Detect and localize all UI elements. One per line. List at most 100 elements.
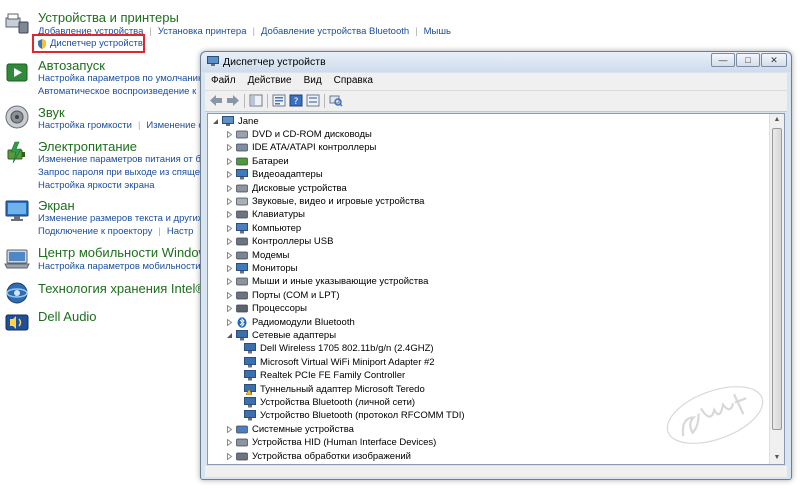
tree-item-label: Realtek PCIe FE Family Controller bbox=[260, 370, 406, 382]
menu-help[interactable]: Справка bbox=[328, 73, 379, 86]
sound-links: Настройка громкости | Изменение с bbox=[38, 120, 204, 131]
battery-icon bbox=[236, 157, 248, 166]
title-bar[interactable]: Диспетчер устройств — □ ✕ bbox=[201, 52, 791, 72]
expand-arrow-icon[interactable] bbox=[226, 144, 233, 152]
warning-network-adapter-icon bbox=[244, 383, 256, 395]
details-icon[interactable] bbox=[306, 94, 320, 107]
power-icon bbox=[7, 141, 25, 164]
mobility-title[interactable]: Центр мобильности Windows bbox=[38, 245, 215, 260]
expand-arrow-icon[interactable] bbox=[226, 265, 233, 272]
tree-item-label: Модемы bbox=[252, 249, 290, 261]
tree-item-label: Радиомодули Bluetooth bbox=[252, 316, 355, 328]
expand-arrow-icon[interactable] bbox=[226, 157, 233, 165]
devices-printers-title[interactable]: Устройства и принтеры bbox=[38, 10, 179, 25]
expand-arrow-icon[interactable] bbox=[226, 439, 233, 447]
usb-controller-icon bbox=[236, 237, 248, 246]
menu-bar: Файл Действие Вид Справка bbox=[205, 73, 787, 91]
help-icon[interactable]: ? bbox=[289, 94, 303, 107]
dell-audio-title[interactable]: Dell Audio bbox=[38, 309, 97, 324]
sound-title[interactable]: Звук bbox=[38, 105, 65, 120]
power-title[interactable]: Электропитание bbox=[38, 139, 137, 154]
menu-file[interactable]: Файл bbox=[205, 73, 242, 86]
bluetooth-icon bbox=[237, 316, 247, 328]
tree-item-label: Устройства Bluetooth (личной сети) bbox=[260, 397, 416, 408]
tree-item-label: Видеоадаптеры bbox=[252, 169, 323, 181]
maximize-button[interactable]: □ bbox=[736, 53, 760, 67]
power-brightness-link[interactable]: Настройка яркости экрана bbox=[38, 180, 155, 191]
show-hide-tree-icon[interactable] bbox=[249, 94, 263, 107]
tree-item-label: Мыши и иные указывающие устройства bbox=[252, 276, 429, 288]
power-password-link[interactable]: Запрос пароля при выходе из спящего bbox=[38, 167, 209, 178]
minimize-button[interactable]: — bbox=[711, 53, 735, 67]
display-settings-link[interactable]: Настр bbox=[167, 226, 194, 237]
dell-audio-icon bbox=[5, 314, 29, 331]
mouse-link[interactable]: Мышь bbox=[424, 26, 451, 37]
forward-arrow-icon[interactable] bbox=[226, 94, 240, 107]
expand-arrow-icon[interactable] bbox=[226, 224, 233, 232]
properties-icon[interactable] bbox=[272, 94, 286, 107]
mobility-center-icon bbox=[4, 249, 30, 269]
mobility-settings-link[interactable]: Настройка параметров мобильности bbox=[38, 261, 201, 272]
tree-item-label: Клавиатуры bbox=[252, 209, 306, 221]
autoplay-auto-link[interactable]: Автоматическое воспроизведение к bbox=[38, 86, 196, 97]
autoplay-defaults-link[interactable]: Настройка параметров по умолчанию bbox=[38, 73, 205, 84]
tree-item-label: Туннельный адаптер Microsoft Teredo bbox=[260, 383, 425, 395]
video-adapter-icon bbox=[236, 169, 248, 180]
network-adapter-icon bbox=[244, 397, 256, 408]
expand-arrow-icon[interactable] bbox=[226, 238, 233, 246]
expand-arrow-icon[interactable] bbox=[226, 425, 233, 433]
tree-item-label: Звуковые, видео и игровые устройства bbox=[252, 196, 425, 207]
tree-item-label: Dell Wireless 1705 802.11b/g/n (2.4GHZ) bbox=[260, 343, 434, 355]
volume-link[interactable]: Настройка громкости bbox=[38, 120, 132, 131]
system-device-icon bbox=[236, 425, 248, 434]
add-bluetooth-link[interactable]: Добавление устройства Bluetooth bbox=[261, 26, 409, 37]
dvd-icon bbox=[236, 130, 248, 139]
menu-view[interactable]: Вид bbox=[298, 73, 328, 86]
window-title: Диспетчер устройств bbox=[223, 56, 326, 68]
keyboard-icon bbox=[236, 211, 248, 219]
display-links: Подключение к проектору | Настр bbox=[38, 226, 194, 237]
expand-arrow-icon[interactable] bbox=[226, 278, 233, 286]
expand-arrow-icon[interactable] bbox=[226, 305, 233, 313]
add-printer-link[interactable]: Установка принтера bbox=[158, 26, 247, 37]
menu-action[interactable]: Действие bbox=[242, 73, 298, 86]
autoplay-title[interactable]: Автозапуск bbox=[38, 58, 105, 73]
power-settings-link[interactable]: Изменение параметров питания от бат bbox=[38, 154, 210, 165]
network-adapter-icon bbox=[244, 370, 256, 381]
scroll-thumb[interactable] bbox=[772, 128, 782, 430]
projector-link[interactable]: Подключение к проектору bbox=[38, 226, 152, 237]
mouse-icon bbox=[236, 278, 248, 286]
expand-arrow-icon[interactable] bbox=[226, 184, 233, 192]
sound-change-link[interactable]: Изменение с bbox=[146, 120, 203, 131]
collapse-arrow-icon[interactable] bbox=[212, 118, 219, 125]
close-button[interactable]: ✕ bbox=[761, 53, 787, 67]
expand-arrow-icon[interactable] bbox=[226, 291, 233, 299]
expand-arrow-icon[interactable] bbox=[226, 318, 233, 326]
port-icon bbox=[236, 291, 248, 300]
expand-arrow-icon[interactable] bbox=[226, 171, 233, 179]
intel-storage-title[interactable]: Технология хранения Intel® Ra bbox=[38, 281, 225, 296]
highlight-frame bbox=[32, 34, 145, 53]
tree-item-label: Устройства HID (Human Interface Devices) bbox=[252, 437, 437, 449]
processor-icon bbox=[236, 304, 248, 313]
device-manager-icon bbox=[207, 56, 219, 66]
vertical-scrollbar[interactable]: ▲ ▼ bbox=[769, 114, 784, 464]
scroll-down-icon[interactable]: ▼ bbox=[770, 452, 784, 464]
expand-arrow-icon[interactable] bbox=[226, 198, 233, 205]
devices-printers-icon bbox=[5, 13, 29, 34]
expand-arrow-icon[interactable] bbox=[226, 452, 233, 460]
maximize-icon: □ bbox=[745, 55, 751, 65]
tree-item-label: DVD и CD-ROM дисководы bbox=[252, 129, 372, 140]
display-title[interactable]: Экран bbox=[38, 198, 75, 213]
scroll-up-icon[interactable]: ▲ bbox=[770, 114, 784, 126]
collapse-arrow-icon[interactable] bbox=[226, 332, 233, 339]
toolbar-separator bbox=[324, 94, 325, 108]
back-arrow-icon[interactable] bbox=[209, 94, 223, 107]
speaker-icon bbox=[5, 105, 29, 129]
scan-hardware-icon[interactable] bbox=[329, 94, 343, 107]
expand-arrow-icon[interactable] bbox=[226, 251, 233, 259]
display-text-size-link[interactable]: Изменение размеров текста и других э bbox=[38, 213, 210, 224]
expand-arrow-icon[interactable] bbox=[226, 211, 233, 219]
expand-arrow-icon[interactable] bbox=[226, 131, 233, 138]
display-icon bbox=[5, 200, 29, 221]
